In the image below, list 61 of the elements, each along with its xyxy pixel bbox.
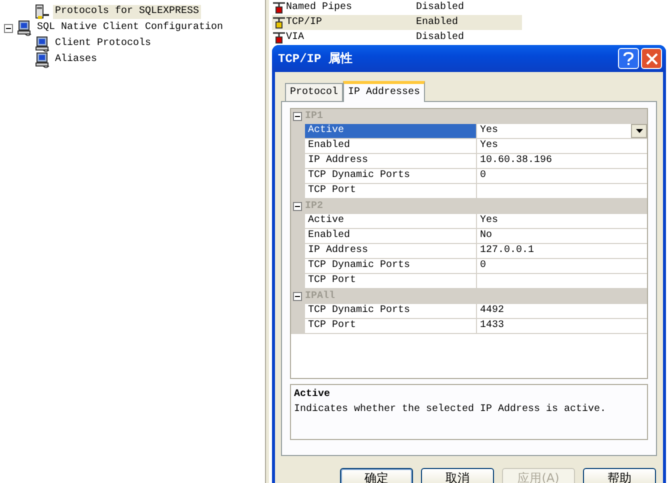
computer-icon bbox=[34, 36, 50, 52]
property-value: 1433 bbox=[480, 319, 504, 333]
property-value: Yes bbox=[480, 124, 498, 138]
protocol-row[interactable]: Named Pipes Disabled bbox=[272, 0, 522, 15]
dialog-button[interactable]: 确定 bbox=[340, 468, 413, 483]
caret-icon bbox=[636, 129, 642, 133]
property-name[interactable]: IP Address bbox=[291, 154, 477, 169]
property-name[interactable]: Active bbox=[291, 124, 477, 139]
tree-item[interactable]: Aliases bbox=[53, 53, 100, 67]
property-name[interactable]: IP Address bbox=[291, 244, 477, 259]
collapse-toggle[interactable] bbox=[293, 292, 302, 301]
protocol-status: Disabled bbox=[416, 30, 464, 45]
protocol-row[interactable]: VIA Disabled bbox=[272, 30, 522, 45]
collapse-toggle[interactable] bbox=[293, 202, 302, 211]
window-title: TCP/IP 属性 bbox=[278, 50, 354, 68]
dialog-button[interactable]: 帮助 bbox=[583, 468, 656, 483]
plug-icon bbox=[272, 0, 286, 14]
property-name[interactable]: TCP Dynamic Ports bbox=[291, 259, 477, 274]
group-header: IPAll bbox=[305, 290, 336, 304]
server-icon bbox=[34, 4, 50, 20]
property-value: 10.60.38.196 bbox=[480, 154, 552, 168]
protocol-status: Enabled bbox=[416, 16, 458, 30]
property-name[interactable]: TCP Dynamic Ports bbox=[291, 304, 477, 319]
close-icon bbox=[646, 52, 658, 64]
close-button[interactable] bbox=[641, 48, 662, 69]
protocol-name: TCP/IP bbox=[286, 16, 324, 30]
protocol-row[interactable]: TCP/IP Enabled bbox=[272, 15, 522, 30]
protocol-name: VIA bbox=[286, 31, 306, 45]
property-name[interactable]: TCP Dynamic Ports bbox=[291, 169, 477, 184]
tree-item[interactable]: Client Protocols bbox=[53, 37, 154, 51]
property-name[interactable]: Enabled bbox=[291, 229, 477, 244]
tab[interactable]: IP Addresses bbox=[343, 81, 426, 102]
group-header: IP2 bbox=[305, 200, 324, 214]
computer-icon bbox=[34, 52, 50, 68]
property-name[interactable]: TCP Port bbox=[291, 319, 477, 334]
tree-item[interactable]: Protocols for SQLEXPRESS bbox=[53, 5, 202, 19]
property-value: 4492 bbox=[480, 304, 504, 318]
dropdown-button[interactable] bbox=[631, 124, 647, 138]
property-value: No bbox=[480, 229, 492, 243]
property-name[interactable]: Enabled bbox=[291, 139, 477, 154]
description-title: Active bbox=[294, 388, 332, 402]
plug-icon bbox=[272, 30, 286, 44]
property-value: 127.0.0.1 bbox=[480, 244, 534, 258]
property-value: 0 bbox=[480, 169, 486, 183]
description-text: Indicates whether the selected IP Address is active. bbox=[294, 402, 608, 417]
protocol-status: Disabled bbox=[416, 0, 464, 15]
computer-icon bbox=[16, 20, 32, 36]
collapse-toggle[interactable] bbox=[4, 24, 13, 32]
help-button[interactable] bbox=[618, 48, 639, 69]
plug-icon bbox=[272, 16, 286, 30]
protocol-name: Named Pipes bbox=[286, 0, 354, 15]
property-value: 0 bbox=[480, 259, 486, 273]
property-value: Yes bbox=[480, 139, 498, 153]
tree-item[interactable]: SQL Native Client Configuration bbox=[35, 21, 226, 35]
collapse-toggle[interactable] bbox=[293, 112, 302, 121]
tab[interactable]: Protocol bbox=[285, 83, 344, 101]
group-header: IP1 bbox=[305, 110, 324, 124]
dialog-button[interactable]: 取消 bbox=[421, 468, 494, 483]
property-name[interactable]: Active bbox=[291, 214, 477, 229]
property-value: Yes bbox=[480, 214, 498, 228]
help-icon bbox=[623, 52, 634, 66]
